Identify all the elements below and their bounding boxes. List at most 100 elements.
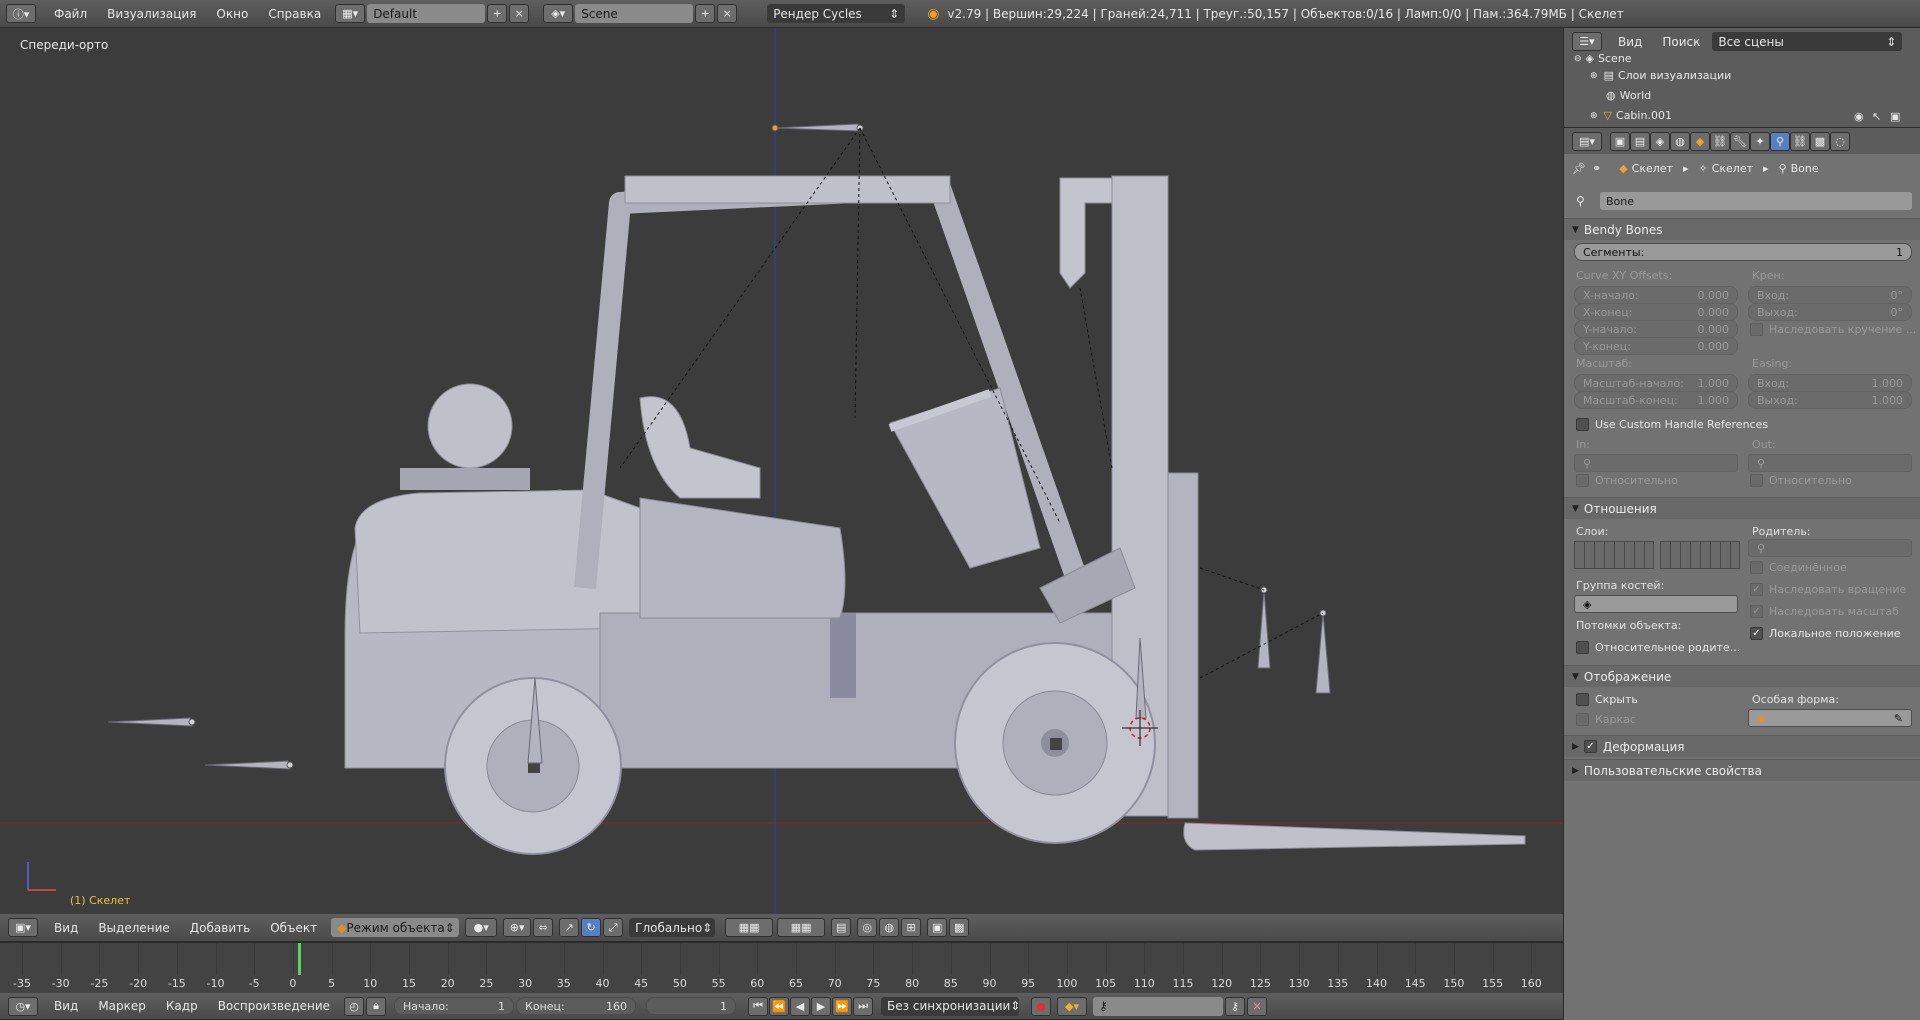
parent-bone-field[interactable]: ⚲ <box>1748 539 1912 557</box>
bendy-bones-header[interactable]: ▼ Bendy Bones <box>1564 218 1920 240</box>
start-frame-field[interactable]: Начало: 1 <box>394 997 515 1015</box>
local-location-checkbox[interactable]: ✓ Локальное положение <box>1750 627 1901 640</box>
timeline-editor-icon[interactable]: ◷▾ <box>8 996 38 1016</box>
scale-out-field[interactable]: Масштаб-конец: 1.000 <box>1574 391 1738 409</box>
wire-checkbox[interactable]: Каркас <box>1576 713 1636 726</box>
tl-menu-frame[interactable]: Кадр <box>156 999 208 1013</box>
next-key-icon[interactable]: ⏩ <box>832 996 853 1016</box>
custom-handles-checkbox[interactable]: Use Custom Handle References <box>1576 418 1768 431</box>
scale-in-field[interactable]: Масштаб-начало: 1.000 <box>1574 374 1738 392</box>
mode-select[interactable]: ◆ Режим объекта ⇕ <box>331 918 460 937</box>
timeline[interactable]: -35 -30 -25 -20 -15 -10 -5 0 5 10 15 20 25 30 35 40 45 50… <box>0 942 1563 998</box>
relations-header[interactable]: ▼ Отношения <box>1564 497 1920 519</box>
tab-texture-icon[interactable]: ▩ <box>1810 131 1830 151</box>
tab-physics-icon[interactable]: ◌ <box>1830 131 1850 151</box>
bone-group-field[interactable]: ◈ <box>1574 595 1738 613</box>
tab-data-icon[interactable]: ✦ <box>1750 131 1770 151</box>
info-editor-icon[interactable]: ⓘ▾ <box>6 4 36 23</box>
tab-object-icon[interactable]: ◆ <box>1690 131 1710 151</box>
outliner[interactable]: ☰▾ Вид Поиск Все сцены ⇕ ⊖ ◈ Scene ⊕ ▤ Слои в… <box>1564 28 1920 128</box>
easing-out-field[interactable]: Выход: 1.000 <box>1748 391 1912 409</box>
menu-help[interactable]: Справка <box>258 7 331 21</box>
scene-icon[interactable]: ◈▾ <box>543 4 574 23</box>
translate-icon[interactable]: ↗ <box>559 918 580 937</box>
tab-layers-icon[interactable]: ▤ <box>1630 131 1650 151</box>
layers-grid-icon[interactable]: ▦▦ <box>725 918 774 937</box>
in-bone-field[interactable]: ⚲ <box>1574 454 1738 472</box>
scale-icon[interactable]: ⤢ <box>603 918 624 937</box>
keying-set-field[interactable]: ⚷ <box>1093 996 1224 1016</box>
display-header[interactable]: ▼ Отображение <box>1564 665 1920 687</box>
inherit-roll-checkbox[interactable]: Наследовать кручение ... <box>1750 323 1916 336</box>
tab-bone-icon[interactable]: ⚲ <box>1770 131 1790 151</box>
in-relative-checkbox[interactable]: Относительно <box>1576 474 1678 487</box>
scene-field[interactable]: Scene <box>575 4 694 23</box>
properties-editor-icon[interactable]: ▤▾ <box>1572 131 1602 151</box>
add-scene-icon[interactable]: + <box>695 4 716 23</box>
tab-constraints-icon[interactable]: ⛓ <box>1710 131 1730 151</box>
outliner-menu-search[interactable]: Поиск <box>1652 35 1710 49</box>
tl-menu-marker[interactable]: Маркер <box>88 999 156 1013</box>
rotate-icon[interactable]: ↻ <box>581 918 602 937</box>
preview-range-icon[interactable]: ◴ <box>344 996 365 1016</box>
menu-file[interactable]: Файл <box>44 7 97 21</box>
tab-scene-icon[interactable]: ◈ <box>1650 131 1670 151</box>
outliner-row-scene[interactable]: ⊖ ◈ Scene <box>1574 52 1632 65</box>
layout-field[interactable]: Default <box>367 4 486 23</box>
add-layout-icon[interactable]: + <box>487 4 508 23</box>
custom-shape-field[interactable]: ◆ ✎ <box>1748 709 1912 727</box>
vp-menu-add[interactable]: Добавить <box>180 921 260 935</box>
roll-in-field[interactable]: Вход: 0° <box>1748 286 1912 304</box>
pivot-icon[interactable]: ⊕▾ <box>503 918 532 937</box>
out-relative-checkbox[interactable]: Относительно <box>1750 474 1852 487</box>
tab-modifiers-icon[interactable]: 🔧︎ <box>1730 131 1750 151</box>
jump-end-icon[interactable]: ⏭ <box>853 996 874 1016</box>
editor-type-icon[interactable]: ▣▾ <box>8 918 38 937</box>
x-out-field[interactable]: X-конец: 0.000 <box>1574 303 1738 321</box>
snap-icon[interactable]: ◍ <box>879 918 900 937</box>
bone-name-field[interactable]: Bone <box>1600 192 1912 210</box>
inherit-rotation-checkbox[interactable]: ✓ Наследовать вращение <box>1750 583 1906 596</box>
hide-checkbox[interactable]: Скрыть <box>1576 693 1638 706</box>
vp-menu-object[interactable]: Объект <box>260 921 327 935</box>
bone-layers-grid-2[interactable] <box>1660 541 1740 569</box>
shading-icon[interactable]: ●▾ <box>465 918 498 937</box>
outliner-row-cabin[interactable]: ⊕ ▽ Cabin.001 <box>1590 109 1672 122</box>
tab-world-icon[interactable]: ◍ <box>1670 131 1690 151</box>
x-in-field[interactable]: X-начало: 0.000 <box>1574 286 1738 304</box>
out-bone-field[interactable]: ⚲ <box>1748 454 1912 472</box>
insert-key-icon[interactable]: ⚷ <box>1225 996 1246 1016</box>
lock-icon[interactable]: 🔒︎ <box>366 996 387 1016</box>
current-frame-field[interactable]: 1 <box>646 997 737 1015</box>
easing-in-field[interactable]: Вход: 1.000 <box>1748 374 1912 392</box>
y-in-field[interactable]: Y-начало: 0.000 <box>1574 320 1738 338</box>
orientation-select[interactable]: Глобально ⇕ <box>629 918 716 937</box>
visibility-eye-icon[interactable]: ◉ <box>1854 110 1864 123</box>
lock-layers-icon[interactable]: ▤ <box>831 918 852 937</box>
render-engine-select[interactable]: Рендер Cycles ⇕ <box>767 4 906 23</box>
deform-checkbox[interactable]: ✓ <box>1583 740 1597 753</box>
vp-menu-select[interactable]: Выделение <box>88 921 179 935</box>
layout-grid-icon[interactable]: ▦▾ <box>335 4 366 23</box>
remove-layout-icon[interactable]: × <box>509 4 530 23</box>
render-anim-icon[interactable]: ▩ <box>949 918 970 937</box>
menu-window[interactable]: Окно <box>206 7 258 21</box>
play-icon[interactable]: ▶ <box>811 996 832 1016</box>
inherit-scale-checkbox[interactable]: ✓ Наследовать масштаб <box>1750 605 1899 618</box>
remove-scene-icon[interactable]: × <box>717 4 738 23</box>
sync-select[interactable]: Без синхронизации ⇕ <box>881 996 1020 1016</box>
segments-field[interactable]: Сегменты: 1 <box>1574 243 1912 261</box>
custom-props-header[interactable]: ▶ Пользовательские свойства <box>1564 759 1920 781</box>
delete-key-icon[interactable]: ✕ <box>1247 996 1268 1016</box>
pin-icon[interactable]: 📌︎ <box>1572 162 1586 175</box>
manipulator-icon[interactable]: ⇔ <box>533 918 554 937</box>
render-icon[interactable]: ▣ <box>927 918 948 937</box>
outliner-row-render-layers[interactable]: ⊕ ▤ Слои визуализации <box>1590 69 1731 82</box>
tl-menu-view[interactable]: Вид <box>44 999 88 1013</box>
select-cursor-icon[interactable]: ↖ <box>1872 110 1881 123</box>
outliner-scope-select[interactable]: Все сцены ⇕ <box>1712 32 1903 51</box>
proportional-icon[interactable]: ◎ <box>857 918 878 937</box>
end-frame-field[interactable]: Конец: 160 <box>516 997 637 1015</box>
vp-menu-view[interactable]: Вид <box>44 921 88 935</box>
eyedropper-icon[interactable]: ✎ <box>1894 712 1903 725</box>
